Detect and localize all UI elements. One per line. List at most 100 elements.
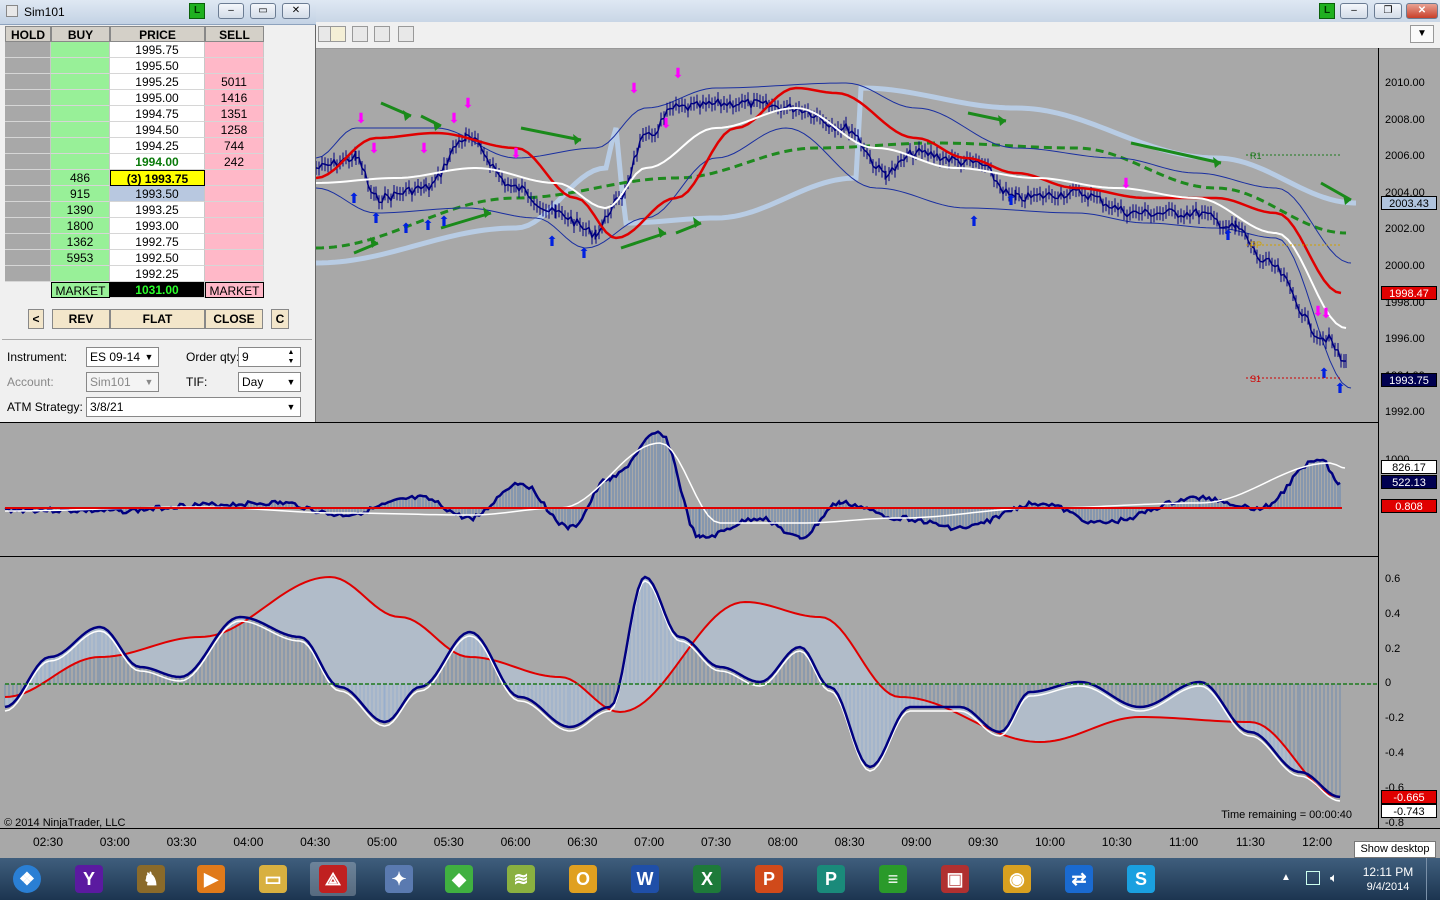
close-position-button[interactable]: CLOSE <box>205 309 263 329</box>
price-cell[interactable]: 1992.25 <box>110 266 205 282</box>
sell-cell[interactable]: 1351 <box>205 106 264 122</box>
buy-cell[interactable]: 1362 <box>51 234 110 250</box>
media-player-taskbar-button[interactable]: ▶ <box>188 862 234 896</box>
price-cell[interactable]: 1993.25 <box>110 202 205 218</box>
minimize-button[interactable]: – <box>218 3 244 19</box>
map-taskbar-button[interactable]: ≋ <box>498 862 544 896</box>
minimize-button[interactable]: – <box>1340 3 1368 19</box>
skype-taskbar-button[interactable]: S <box>1118 862 1164 896</box>
price-cell[interactable]: 1993.00 <box>110 218 205 234</box>
price-cell[interactable]: 1992.75 <box>110 234 205 250</box>
buy-cell[interactable]: 1800 <box>51 218 110 234</box>
scroll-left-button[interactable]: < <box>28 309 44 329</box>
sell-cell[interactable] <box>205 266 264 282</box>
instrument-select[interactable]: ES 09-14 ▼ <box>86 347 159 367</box>
order-qty-stepper[interactable]: 9 ▲ ▼ <box>238 347 301 367</box>
sell-cell[interactable] <box>205 218 264 234</box>
price-axis[interactable]: 2010.00 2008.00 2006.00 2004.00 2002.00 2000.… <box>1378 48 1440 829</box>
hold-cell[interactable] <box>5 42 51 58</box>
sell-cell[interactable] <box>205 170 264 186</box>
hold-cell[interactable] <box>5 250 51 266</box>
sell-cell[interactable] <box>205 234 264 250</box>
price-cell[interactable]: 1992.50 <box>110 250 205 266</box>
hold-cell[interactable] <box>5 218 51 234</box>
price-cell[interactable]: 1995.75 <box>110 42 205 58</box>
hold-cell[interactable] <box>5 138 51 154</box>
red-app-taskbar-button[interactable]: ▣ <box>932 862 978 896</box>
sell-cell[interactable] <box>205 202 264 218</box>
publisher-taskbar-button[interactable]: P <box>808 862 854 896</box>
close-window-button[interactable]: ✕ <box>282 3 310 19</box>
buy-cell[interactable] <box>51 58 110 74</box>
price-cell[interactable]: 1993.50 <box>110 186 205 202</box>
hold-cell[interactable] <box>5 186 51 202</box>
word-taskbar-button[interactable]: W <box>622 862 668 896</box>
strategies-icon[interactable] <box>398 26 414 42</box>
indicators-icon[interactable] <box>374 26 390 42</box>
time-axis[interactable]: 02:30 03:00 03:30 04:00 04:30 05:00 05:30 06:00… <box>0 828 1440 859</box>
green-app-taskbar-button[interactable]: ◆ <box>436 862 482 896</box>
sell-cell[interactable] <box>205 250 264 266</box>
chart-titlebar[interactable]: L – ❐ ✕ <box>316 0 1440 22</box>
start-orb-taskbar-button[interactable]: ❖ <box>4 862 50 896</box>
buy-cell[interactable] <box>51 154 110 170</box>
market-sell-button[interactable]: MARKET <box>205 282 264 298</box>
sell-cell[interactable]: 5011 <box>205 74 264 90</box>
file-explorer-taskbar-button[interactable]: ▭ <box>250 862 296 896</box>
flatten-button[interactable]: FLAT <box>110 309 205 329</box>
notification-arrow-icon[interactable]: ▲ <box>1281 872 1291 883</box>
price-cell[interactable]: 1994.75 <box>110 106 205 122</box>
center-button[interactable]: C <box>271 309 289 329</box>
game-taskbar-button[interactable]: ♞ <box>128 862 174 896</box>
clock[interactable]: 12:11 PM 9/4/2014 <box>1356 865 1420 893</box>
price-cell[interactable]: 1995.25 <box>110 74 205 90</box>
buy-cell[interactable] <box>51 90 110 106</box>
sell-cell[interactable] <box>205 58 264 74</box>
buy-cell[interactable] <box>51 138 110 154</box>
reverse-button[interactable]: REV <box>52 309 110 329</box>
buy-cell[interactable] <box>51 42 110 58</box>
macd-panel[interactable]: © 2014 NinjaTrader, LLC Time remaining =… <box>0 556 1378 829</box>
buy-cell[interactable] <box>51 74 110 90</box>
hold-cell[interactable] <box>5 202 51 218</box>
spinner-arrows-icon[interactable]: ▲ ▼ <box>284 348 298 366</box>
chart-style-icon[interactable] <box>352 26 368 42</box>
sell-cell[interactable] <box>205 186 264 202</box>
close-window-button[interactable]: ✕ <box>1406 3 1438 19</box>
excel-taskbar-button[interactable]: X <box>684 862 730 896</box>
price-cell[interactable]: 1994.50 <box>110 122 205 138</box>
network-icon[interactable] <box>1306 871 1320 885</box>
tif-select[interactable]: Day ▼ <box>238 372 301 392</box>
hold-cell[interactable] <box>5 170 51 186</box>
hold-cell[interactable] <box>5 106 51 122</box>
buy-cell[interactable]: 486 <box>51 170 110 186</box>
sell-cell[interactable]: 1416 <box>205 90 264 106</box>
price-cell[interactable]: 1994.25 <box>110 138 205 154</box>
hold-cell[interactable] <box>5 234 51 250</box>
hold-cell[interactable] <box>5 266 51 282</box>
compass-taskbar-button[interactable]: ✦ <box>376 862 422 896</box>
hold-cell[interactable] <box>5 154 51 170</box>
atm-strategy-select[interactable]: 3/8/21 ▼ <box>86 397 301 417</box>
price-panel[interactable]: ⬇⬇ ⬇⬇⬇⬇⬇⬇⬇⬇⬇⬇⬆⬆⬆ ⬆ ⬆⬆⬆⬆⬆⬆⬆⬆ R1 PP S1 <box>316 48 1378 422</box>
powerpoint-taskbar-button[interactable]: P <box>746 862 792 896</box>
buy-cell[interactable] <box>51 122 110 138</box>
candlestick-icon[interactable] <box>330 26 346 42</box>
dropdown-menu-icon[interactable]: ▼ <box>1410 25 1434 43</box>
hold-cell[interactable] <box>5 122 51 138</box>
teamviewer-taskbar-button[interactable]: ⇄ <box>1056 862 1102 896</box>
spotify-taskbar-button[interactable]: ≡ <box>870 862 916 896</box>
hold-cell[interactable] <box>5 74 51 90</box>
outlook-taskbar-button[interactable]: O <box>560 862 606 896</box>
price-cell[interactable]: 1994.00 <box>110 154 205 170</box>
restore-button[interactable]: ❐ <box>1374 3 1402 19</box>
sell-cell[interactable]: 242 <box>205 154 264 170</box>
sell-cell[interactable]: 1258 <box>205 122 264 138</box>
volume-icon[interactable]: 🔈︎ <box>1330 870 1338 886</box>
ninjatrader-taskbar-button[interactable]: ⟁ <box>310 862 356 896</box>
buy-cell[interactable]: 915 <box>51 186 110 202</box>
sell-cell[interactable] <box>205 42 264 58</box>
buy-cell[interactable]: 1390 <box>51 202 110 218</box>
hold-cell[interactable] <box>5 90 51 106</box>
price-cell[interactable]: (3) 1993.75 <box>110 170 205 186</box>
